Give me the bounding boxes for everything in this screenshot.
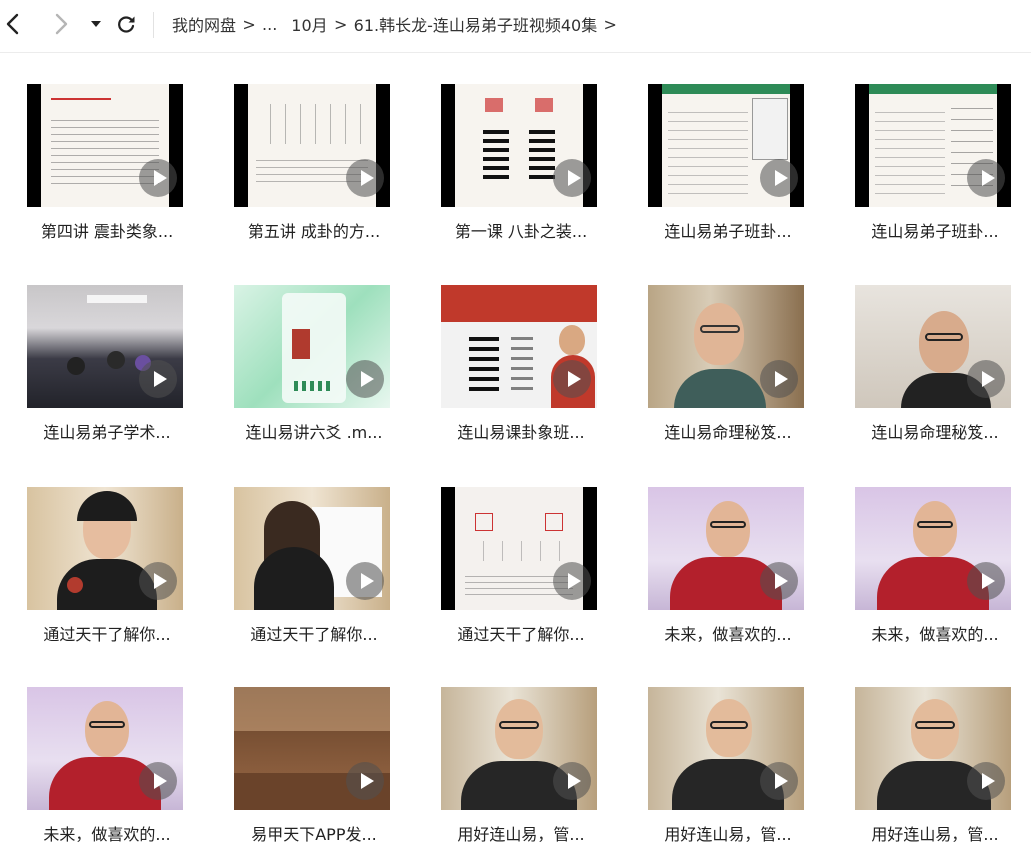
file-name: 通过天干了解你...: [457, 625, 585, 644]
play-icon: [346, 159, 384, 197]
play-icon: [553, 159, 591, 197]
video-thumbnail: [648, 84, 804, 207]
back-button[interactable]: [0, 10, 28, 38]
play-icon: [760, 762, 798, 800]
video-file-tile[interactable]: 第一课 八卦之装...: [432, 53, 622, 243]
video-file-tile[interactable]: 用好连山易，管...: [639, 656, 829, 846]
video-thumbnail: [27, 487, 183, 610]
breadcrumb-root[interactable]: 我的网盘: [172, 12, 236, 36]
play-icon: [967, 159, 1005, 197]
file-grid: 第四讲 震卦类象... 第五讲 成卦的方... 第一课 八卦之装... 连山易弟…: [0, 53, 1031, 856]
video-file-tile[interactable]: 连山易命理秘笈...: [846, 254, 1031, 444]
file-name: 第四讲 震卦类象...: [40, 222, 174, 241]
video-file-tile[interactable]: 未来，做喜欢的...: [846, 456, 1031, 646]
play-icon: [346, 360, 384, 398]
video-file-tile[interactable]: 通过天干了解你...: [225, 456, 415, 646]
video-file-tile[interactable]: 连山易讲六爻 .m...: [225, 254, 415, 444]
play-icon: [139, 562, 177, 600]
video-thumbnail: [855, 687, 1011, 810]
video-file-tile[interactable]: 第五讲 成卦的方...: [225, 53, 415, 243]
forward-button[interactable]: [46, 10, 74, 38]
play-icon: [346, 762, 384, 800]
video-thumbnail: [27, 84, 183, 207]
chevron-right-icon: [50, 12, 70, 36]
video-file-tile[interactable]: 连山易课卦象班...: [432, 254, 622, 444]
caret-down-icon: [89, 17, 103, 31]
video-file-tile[interactable]: 通过天干了解你...: [432, 456, 622, 646]
toolbar-divider: [153, 12, 154, 38]
breadcrumb-current-folder[interactable]: 61.韩长龙-连山易弟子班视频40集: [354, 12, 598, 36]
video-thumbnail: [234, 687, 390, 810]
play-icon: [553, 562, 591, 600]
play-icon: [967, 562, 1005, 600]
refresh-button[interactable]: [112, 10, 140, 38]
play-icon: [553, 360, 591, 398]
video-file-tile[interactable]: 连山易弟子班卦...: [639, 53, 829, 243]
video-file-tile[interactable]: 通过天干了解你...: [18, 456, 208, 646]
video-thumbnail: [855, 487, 1011, 610]
file-name: 未来，做喜欢的...: [43, 825, 171, 844]
file-name: 通过天干了解你...: [250, 625, 378, 644]
file-name: 第一课 八卦之装...: [454, 222, 588, 241]
video-file-tile[interactable]: 易甲天下APP发...: [225, 656, 415, 846]
video-thumbnail: [648, 285, 804, 408]
video-thumbnail: [648, 687, 804, 810]
video-file-tile[interactable]: 连山易弟子班卦...: [846, 53, 1031, 243]
play-icon: [139, 762, 177, 800]
video-thumbnail: [234, 84, 390, 207]
video-thumbnail: [855, 285, 1011, 408]
file-name: 第五讲 成卦的方...: [247, 222, 381, 241]
play-icon: [139, 159, 177, 197]
video-file-tile[interactable]: 连山易弟子学术...: [18, 254, 208, 444]
play-icon: [967, 360, 1005, 398]
video-thumbnail: [441, 84, 597, 207]
video-thumbnail: [441, 687, 597, 810]
file-name: 未来，做喜欢的...: [871, 625, 999, 644]
file-name: 用好连山易，管...: [871, 825, 999, 844]
video-thumbnail: [27, 285, 183, 408]
play-icon: [967, 762, 1005, 800]
video-thumbnail: [234, 487, 390, 610]
breadcrumb-month[interactable]: 10月: [291, 12, 327, 36]
video-thumbnail: [855, 84, 1011, 207]
play-icon: [139, 360, 177, 398]
file-name: 用好连山易，管...: [457, 825, 585, 844]
file-name: 用好连山易，管...: [664, 825, 792, 844]
history-dropdown-button[interactable]: [82, 10, 110, 38]
video-file-tile[interactable]: 第四讲 震卦类象...: [18, 53, 208, 243]
play-icon: [760, 360, 798, 398]
play-icon: [760, 562, 798, 600]
video-file-tile[interactable]: 连山易命理秘笈...: [639, 254, 829, 444]
video-file-tile[interactable]: 未来，做喜欢的...: [639, 456, 829, 646]
toolbar: 我的网盘 > ... 10月 > 61.韩长龙-连山易弟子班视频40集 >: [0, 0, 1031, 53]
file-name: 连山易弟子班卦...: [871, 222, 999, 241]
file-name: 连山易讲六爻 .m...: [245, 423, 383, 442]
breadcrumb-separator: >: [333, 14, 348, 34]
file-name: 连山易弟子班卦...: [664, 222, 792, 241]
file-name: 未来，做喜欢的...: [664, 625, 792, 644]
video-thumbnail: [234, 285, 390, 408]
breadcrumb-ellipsis[interactable]: ...: [262, 15, 277, 34]
file-name: 连山易弟子学术...: [43, 423, 171, 442]
play-icon: [346, 562, 384, 600]
breadcrumb: 我的网盘 > ... 10月 > 61.韩长龙-连山易弟子班视频40集 >: [172, 11, 623, 37]
video-file-tile[interactable]: 未来，做喜欢的...: [18, 656, 208, 846]
video-thumbnail: [648, 487, 804, 610]
file-name: 通过天干了解你...: [43, 625, 171, 644]
file-name: 连山易命理秘笈...: [871, 423, 999, 442]
breadcrumb-separator: >: [603, 14, 617, 34]
chevron-left-icon: [4, 12, 24, 36]
file-name: 连山易课卦象班...: [457, 423, 585, 442]
play-icon: [553, 762, 591, 800]
file-name: 连山易命理秘笈...: [664, 423, 792, 442]
video-file-tile[interactable]: 用好连山易，管...: [846, 656, 1031, 846]
video-thumbnail: [441, 285, 597, 408]
video-file-tile[interactable]: 用好连山易，管...: [432, 656, 622, 846]
video-thumbnail: [27, 687, 183, 810]
breadcrumb-separator: >: [242, 14, 256, 34]
video-thumbnail: [441, 487, 597, 610]
play-icon: [760, 159, 798, 197]
file-name: 易甲天下APP发...: [251, 825, 377, 844]
refresh-icon: [115, 13, 137, 35]
